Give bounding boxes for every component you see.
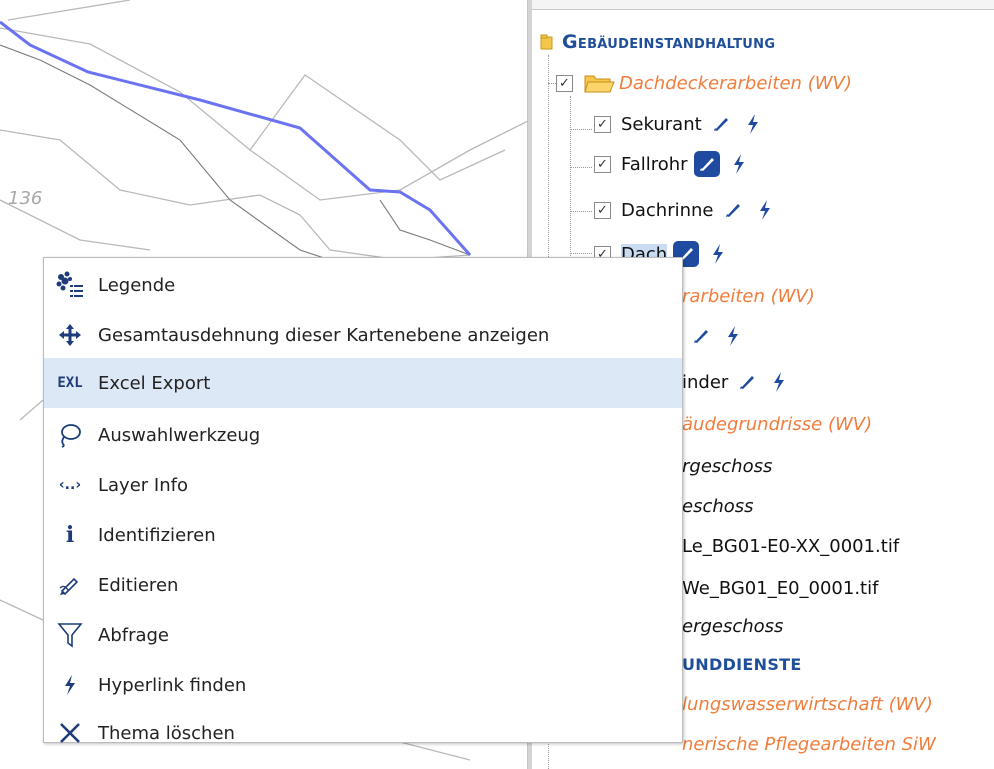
menu-item-auswahlwerkzeug[interactable]: Auswahlwerkzeug (44, 410, 682, 460)
tree-item-fallrohr[interactable]: ✓ Fallrohr (594, 148, 752, 180)
layer-label: ergeschoss (682, 615, 784, 637)
layer-label: inder (682, 371, 729, 393)
edit-pencil-icon[interactable] (734, 369, 760, 395)
tree-folder-partial[interactable]: lungswasserwirtschaft (WV) (682, 688, 933, 720)
group-header[interactable]: Gebäudeinstandhaltung (540, 26, 775, 58)
lightning-icon[interactable] (766, 369, 792, 395)
menu-item-thema-loeschen[interactable]: Thema löschen (44, 708, 682, 758)
layer-info-icon-text: ‹..› (58, 477, 82, 493)
edit-pencil-icon (52, 574, 88, 596)
menu-item-legende[interactable]: Legende (44, 260, 682, 310)
map-label: 136 (8, 188, 43, 209)
tree-folder-dachdeckerarbeiten[interactable]: ✓ Dachdeckerarbeiten (WV) (556, 67, 852, 99)
tree-item-partial[interactable]: Le_BG01-E0-XX_0001.tif (682, 530, 899, 562)
lightning-icon (52, 674, 88, 696)
tree-item-partial[interactable]: rgeschoss (682, 450, 772, 482)
menu-item-layer-info[interactable]: ‹..› Layer Info (44, 460, 682, 510)
tree-item-partial-icons[interactable] (682, 320, 746, 352)
tree-item-partial[interactable]: inder (682, 366, 792, 398)
tree-item-dachrinne[interactable]: ✓ Dachrinne (594, 194, 778, 226)
open-folder-icon (584, 75, 615, 93)
edit-pencil-icon[interactable] (693, 151, 720, 177)
folder-label: Dachdeckerarbeiten (WV) (619, 72, 852, 94)
folder-label: äudegrundrisse (WV) (682, 413, 873, 435)
lightning-icon[interactable] (726, 151, 752, 177)
layer-label: Sekurant (621, 113, 702, 135)
layer-checkbox[interactable]: ✓ (594, 115, 611, 133)
tree-folder-partial[interactable]: äudegrundrisse (WV) (682, 408, 872, 440)
edit-pencil-icon[interactable] (688, 323, 714, 349)
layer-label: rgeschoss (682, 455, 773, 477)
tree-item-sekurant[interactable]: ✓ Sekurant (594, 108, 766, 140)
menu-item-label: Legende (98, 274, 176, 296)
panel-topbar (532, 0, 994, 10)
info-icon: i (52, 522, 88, 548)
group-label: Gebäudeinstandhaltung (562, 31, 776, 53)
edit-pencil-icon[interactable] (708, 111, 734, 137)
menu-item-label: Layer Info (98, 474, 188, 496)
folder-checkbox[interactable]: ✓ (556, 74, 573, 92)
tree-folder-partial[interactable]: nerische Pflegearbeiten SiW (682, 728, 936, 760)
tree-item-partial[interactable]: eschoss (682, 490, 754, 522)
folder-label: lungswasserwirtschaft (WV) (682, 693, 933, 715)
lasso-icon (52, 422, 88, 448)
legend-icon (52, 271, 88, 299)
layer-context-menu: Legende Gesamtausdehnung dieser Karteneb… (43, 257, 683, 744)
menu-item-label: Auswahlwerkzeug (98, 424, 261, 446)
layer-checkbox[interactable]: ✓ (594, 201, 611, 219)
folder-label: nerische Pflegearbeiten SiW (682, 733, 936, 755)
menu-item-label: Thema löschen (98, 722, 235, 744)
layer-label: Le_BG01-E0-XX_0001.tif (682, 535, 900, 557)
lightning-icon[interactable] (720, 323, 746, 349)
close-x-icon (52, 722, 88, 744)
menu-item-identifizieren[interactable]: i Identifizieren (44, 510, 682, 560)
info-icon-text: i (65, 522, 75, 548)
menu-item-label: Gesamtausdehnung dieser Kartenebene anze… (98, 324, 550, 346)
excel-export-icon: EXL (52, 375, 88, 391)
lightning-icon[interactable] (752, 197, 778, 223)
lightning-icon[interactable] (705, 241, 731, 267)
lightning-icon[interactable] (740, 111, 766, 137)
menu-item-label: Hyperlink finden (98, 674, 247, 696)
menu-item-label: Editieren (98, 574, 179, 596)
group-folder-icon (540, 34, 553, 50)
tree-item-partial[interactable]: We_BG01_E0_0001.tif (682, 572, 878, 604)
tree-group-partial[interactable]: UNDDIENSTE (682, 648, 802, 680)
menu-item-hyperlink-finden[interactable]: Hyperlink finden (44, 660, 682, 710)
layer-label: Fallrohr (621, 153, 688, 175)
group-label: UNDDIENSTE (682, 654, 802, 674)
layer-label: We_BG01_E0_0001.tif (682, 577, 879, 599)
edit-pencil-icon[interactable] (720, 197, 746, 223)
move-arrows-icon (52, 324, 88, 346)
menu-item-abfrage[interactable]: Abfrage (44, 610, 682, 660)
layer-label: eschoss (682, 495, 754, 517)
folder-label: rarbeiten (WV) (682, 285, 815, 307)
menu-item-label: Excel Export (98, 372, 211, 394)
excel-icon-text: EXL (57, 375, 83, 391)
menu-item-label: Identifizieren (98, 524, 216, 546)
menu-item-label: Abfrage (98, 624, 170, 646)
layer-label: Dachrinne (621, 199, 714, 221)
filter-icon (52, 622, 88, 648)
menu-item-excel-export[interactable]: EXL Excel Export (44, 358, 682, 408)
menu-item-gesamtausdehnung[interactable]: Gesamtausdehnung dieser Kartenebene anze… (44, 310, 682, 360)
layer-info-icon: ‹..› (52, 477, 88, 493)
tree-item-partial[interactable]: ergeschoss (682, 610, 783, 642)
tree-folder-partial[interactable]: rarbeiten (WV) (682, 280, 815, 312)
layer-checkbox[interactable]: ✓ (594, 155, 611, 173)
menu-item-editieren[interactable]: Editieren (44, 560, 682, 610)
